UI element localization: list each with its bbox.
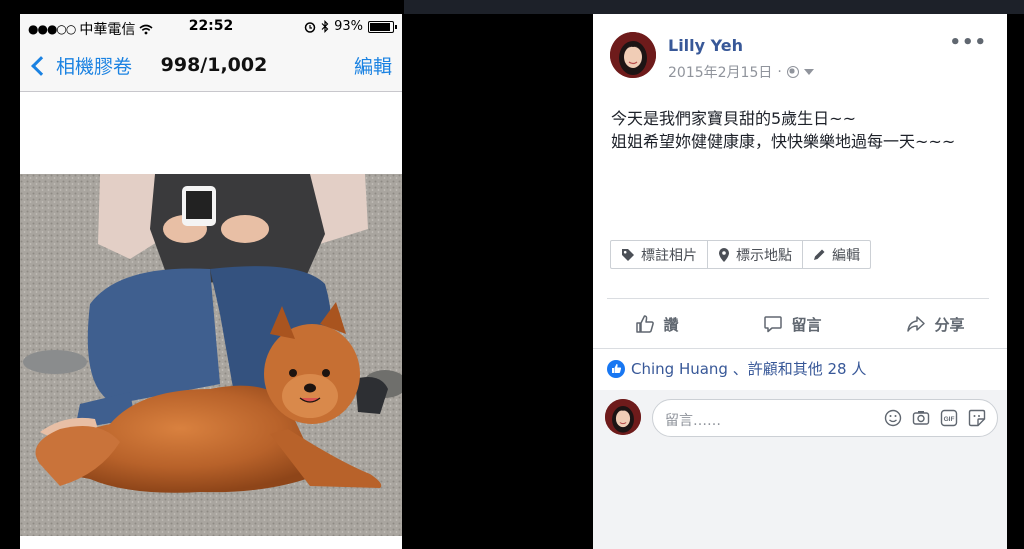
post-text: 今天是我們家寶貝甜的5歲生日~~ 姐姐希望妳健健康康，快快樂樂地過每一天~~~	[611, 107, 955, 153]
share-arrow-icon	[907, 316, 926, 332]
tag-icon	[622, 248, 634, 261]
dog-photo-illustration	[20, 174, 402, 536]
facebook-post-card: Lilly Yeh 2015年2月15日 · ••• 今天是我們家寶貝甜的5歲生…	[593, 14, 1007, 549]
photo-counter-text: 998/1,002	[160, 54, 268, 76]
tag-photo-button[interactable]: 標註相片	[611, 241, 708, 268]
comment-input[interactable]: 留言…… GIF	[652, 399, 998, 437]
comment-composer-area: 留言…… GIF	[593, 390, 1007, 549]
likes-summary[interactable]: Ching Huang 、許顧和其他 28 人	[593, 348, 1007, 388]
battery-percent: 93%	[334, 19, 363, 34]
dropdown-caret-icon[interactable]	[803, 69, 814, 75]
author-avatar-image	[610, 32, 656, 78]
like-badge-icon	[607, 359, 625, 378]
thumbs-up-icon	[636, 315, 655, 333]
pencil-icon	[814, 249, 825, 260]
divider	[607, 298, 989, 299]
location-pin-icon	[719, 247, 729, 262]
commenter-avatar-image	[605, 399, 641, 435]
author-name-link[interactable]: Lilly Yeh	[668, 36, 743, 55]
svg-text:GIF: GIF	[944, 416, 955, 423]
comment-bubble-icon	[764, 316, 783, 333]
comment-placeholder: 留言……	[665, 413, 721, 429]
post-text-line: 姐姐希望妳健健康康，快快樂樂地過每一天~~~	[611, 132, 956, 151]
status-right-group: 93%	[304, 19, 397, 34]
comment-tools: GIF	[883, 408, 987, 428]
add-location-label: 標示地點	[736, 247, 792, 264]
post-text-line: 今天是我們家寶貝甜的5歲生日~~	[611, 109, 856, 128]
post-meta: 2015年2月15日 ·	[668, 62, 814, 82]
alarm-icon	[304, 21, 316, 33]
facebook-topbar-background	[404, 0, 1024, 14]
screenshot-stage: ●●●○○ 中華電信 22:52 93% 相機膠卷 998/1,002 編輯 L…	[0, 0, 1024, 549]
battery-icon	[368, 20, 397, 33]
like-label: 讚	[663, 315, 679, 334]
edit-post-button[interactable]: 編輯	[803, 241, 870, 268]
likes-summary-text: Ching Huang 、許顧和其他 28 人	[631, 360, 867, 378]
more-icon[interactable]: •••	[949, 32, 987, 53]
bluetooth-icon	[321, 20, 329, 33]
author-avatar[interactable]	[610, 32, 656, 78]
tag-photo-label: 標註相片	[641, 247, 697, 264]
add-location-button[interactable]: 標示地點	[708, 241, 803, 268]
edit-post-label: 編輯	[832, 247, 860, 264]
camera-icon[interactable]	[911, 408, 931, 428]
ios-navigation-bar: 相機膠卷 998/1,002 編輯	[20, 40, 402, 92]
like-button[interactable]: 讚	[635, 314, 679, 335]
post-date-link[interactable]: 2015年2月15日	[668, 62, 772, 82]
ios-photos-screen: ●●●○○ 中華電信 22:52 93% 相機膠卷 998/1,002 編輯	[20, 14, 402, 549]
photo-counter-title: 998/1,002	[20, 54, 402, 76]
comment-button[interactable]: 留言	[763, 314, 822, 335]
photo-actions-bar: 標註相片 標示地點 編輯	[610, 240, 871, 269]
edit-photo-button[interactable]: 編輯	[354, 52, 392, 79]
meta-separator: ·	[777, 64, 782, 80]
globe-icon[interactable]	[786, 66, 799, 78]
ios-status-bar: ●●●○○ 中華電信 22:52 93%	[20, 14, 402, 40]
comment-label: 留言	[791, 315, 822, 334]
commenter-avatar	[605, 399, 641, 435]
share-label: 分享	[934, 315, 965, 334]
sticker-icon[interactable]	[967, 408, 987, 428]
share-button[interactable]: 分享	[906, 314, 965, 335]
emoji-icon[interactable]	[883, 408, 903, 428]
reaction-bar: 讚 留言 分享	[593, 302, 1007, 346]
dog-photo[interactable]	[20, 174, 402, 536]
gif-icon[interactable]: GIF	[939, 408, 959, 428]
